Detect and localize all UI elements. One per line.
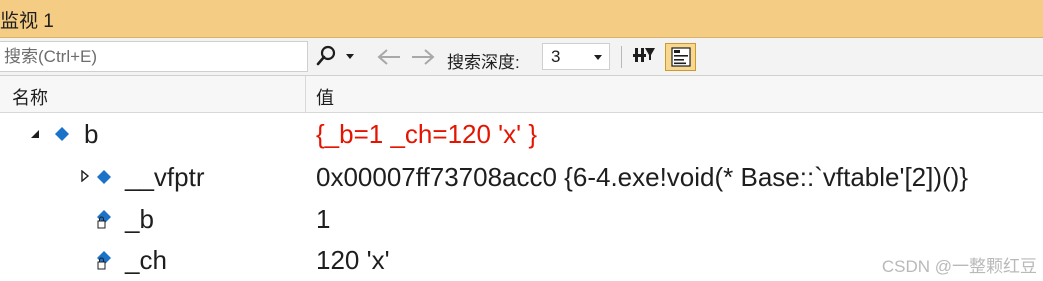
- watermark: CSDN @一整颗红豆: [881, 257, 1037, 276]
- variable-value[interactable]: 1: [316, 204, 330, 235]
- text-view-toggle[interactable]: [665, 43, 696, 71]
- watch-row-vfptr[interactable]: __vfptr 0x00007ff73708acc0 {6-4.exe!void…: [0, 156, 1043, 198]
- variable-name: b: [84, 119, 99, 149]
- column-splitter[interactable]: [305, 76, 306, 113]
- text-view-icon: [671, 47, 691, 67]
- dropdown-arrow-icon[interactable]: [345, 53, 355, 61]
- search-depth-select[interactable]: 3: [542, 43, 610, 70]
- search-input[interactable]: [4, 45, 294, 68]
- watch-window-title-bar[interactable]: 监视 1: [0, 0, 1043, 38]
- window-title: 监视 1: [0, 11, 54, 32]
- watch-row-_b[interactable]: _b 1: [0, 198, 1043, 240]
- search-depth-label: 搜索深度:: [447, 53, 520, 72]
- search-icon[interactable]: [316, 45, 338, 67]
- watch-row-b[interactable]: b {_b=1 _ch=120 'x' }: [0, 113, 1043, 155]
- back-arrow-icon[interactable]: [375, 47, 403, 67]
- watch-toolbar: 搜索深度: 3: [0, 38, 1043, 76]
- private-field-icon: [97, 251, 111, 270]
- column-header-value[interactable]: 值: [316, 84, 334, 110]
- private-field-icon: [97, 210, 111, 229]
- column-header-name[interactable]: 名称: [12, 84, 48, 110]
- search-box[interactable]: [0, 41, 308, 72]
- pin-filter-icon[interactable]: [632, 46, 656, 68]
- variable-name: __vfptr: [125, 162, 205, 192]
- toolbar-separator: [621, 46, 622, 68]
- variable-name: _ch: [125, 245, 167, 275]
- variable-value[interactable]: {_b=1 _ch=120 'x' }: [316, 119, 537, 150]
- variable-value[interactable]: 120 'x': [316, 245, 390, 276]
- field-icon: [97, 170, 111, 184]
- expand-collapse-icon[interactable]: [80, 170, 90, 182]
- forward-arrow-icon[interactable]: [409, 47, 437, 67]
- watch-column-header: 名称 值: [0, 76, 1043, 113]
- field-icon: [55, 127, 69, 141]
- chevron-down-icon: [594, 55, 602, 60]
- search-depth-value: 3: [551, 47, 561, 66]
- variable-name: _b: [125, 204, 154, 234]
- variable-value[interactable]: 0x00007ff73708acc0 {6-4.exe!void(* Base:…: [316, 162, 968, 193]
- expand-collapse-icon[interactable]: [30, 129, 40, 139]
